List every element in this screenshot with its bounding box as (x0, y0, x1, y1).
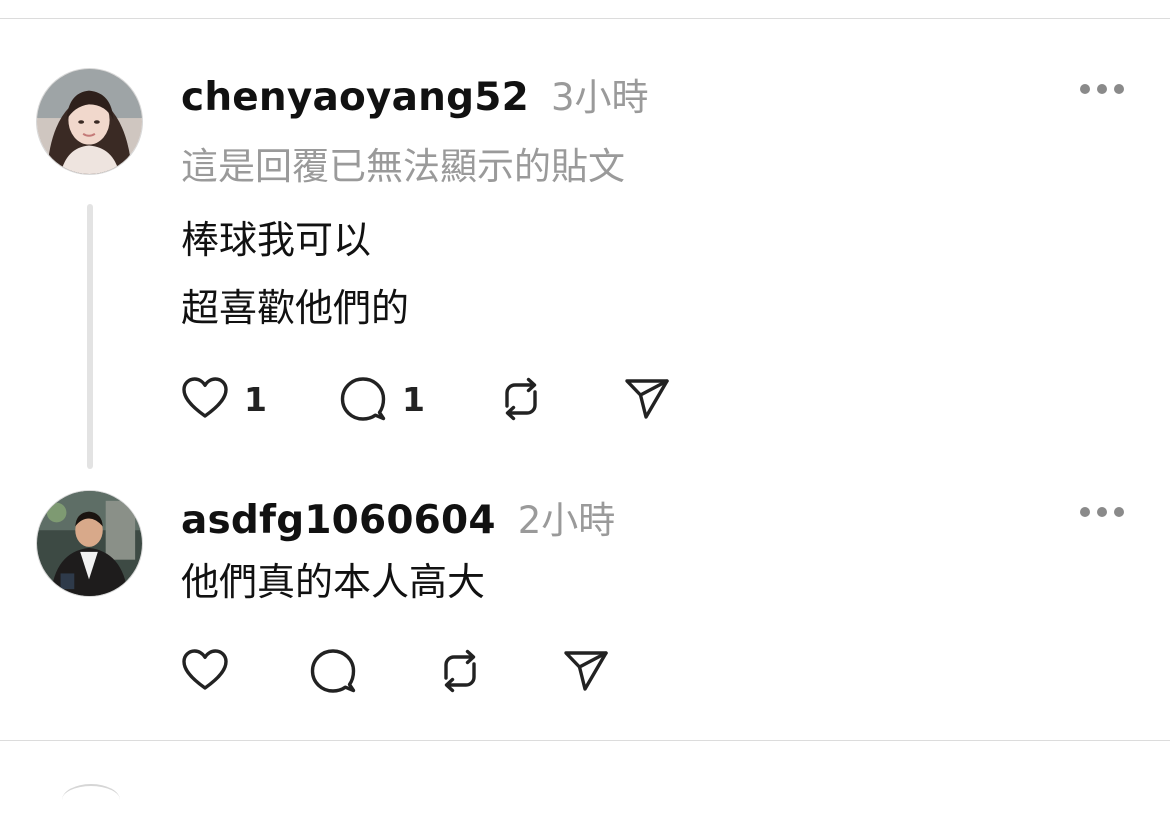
reply-post: chenyaoyang52 3小時 這是回覆已無法顯示的貼文 棒球我可以 超喜歡… (0, 0, 1170, 480)
post-text-line: 棒球我可以 (181, 218, 372, 262)
like-button[interactable]: 1 (180, 374, 267, 424)
share-button[interactable] (561, 646, 611, 696)
comment-count: 1 (402, 379, 425, 419)
reply-context-note: 這是回覆已無法顯示的貼文 (181, 145, 625, 188)
next-post-avatar-edge (62, 784, 120, 816)
more-options-button[interactable] (1080, 82, 1124, 96)
post-text-line: 他們真的本人高大 (181, 560, 486, 604)
post-header: asdfg1060604 2小時 (181, 490, 615, 544)
action-bar (180, 646, 620, 696)
repost-button[interactable] (496, 374, 546, 424)
comment-icon (340, 377, 386, 421)
heart-icon (182, 649, 228, 690)
action-bar: 1 1 (180, 374, 700, 424)
post-timestamp: 3小時 (550, 76, 649, 119)
avatar-image (37, 491, 142, 596)
share-button[interactable] (622, 374, 672, 424)
avatar[interactable] (36, 68, 143, 175)
more-options-button[interactable] (1080, 505, 1124, 519)
more-dot (1080, 84, 1090, 94)
more-dot (1080, 507, 1090, 517)
post-timestamp: 2小時 (517, 499, 616, 542)
heart-icon (182, 377, 228, 418)
username-link[interactable]: asdfg1060604 (181, 498, 496, 543)
comment-icon (310, 649, 356, 693)
share-icon (625, 379, 669, 419)
more-dot (1114, 507, 1124, 517)
repost-button[interactable] (435, 646, 485, 696)
thread-line (87, 204, 93, 469)
more-dot (1097, 507, 1107, 517)
share-icon (564, 651, 608, 691)
like-count: 1 (244, 379, 267, 419)
repost-icon (505, 377, 537, 421)
more-dot (1114, 84, 1124, 94)
comment-button[interactable] (308, 646, 358, 696)
like-button[interactable] (180, 646, 230, 696)
avatar-image (37, 69, 142, 174)
post-text-line: 超喜歡他們的 (181, 286, 410, 330)
post-header: chenyaoyang52 3小時 (181, 67, 648, 121)
avatar[interactable] (36, 490, 143, 597)
reply-post: asdfg1060604 2小時 他們真的本人高大 (0, 480, 1170, 740)
comment-button[interactable]: 1 (338, 374, 425, 424)
bottom-divider (0, 740, 1170, 741)
username-link[interactable]: chenyaoyang52 (181, 75, 529, 120)
repost-icon (444, 649, 476, 693)
more-dot (1097, 84, 1107, 94)
